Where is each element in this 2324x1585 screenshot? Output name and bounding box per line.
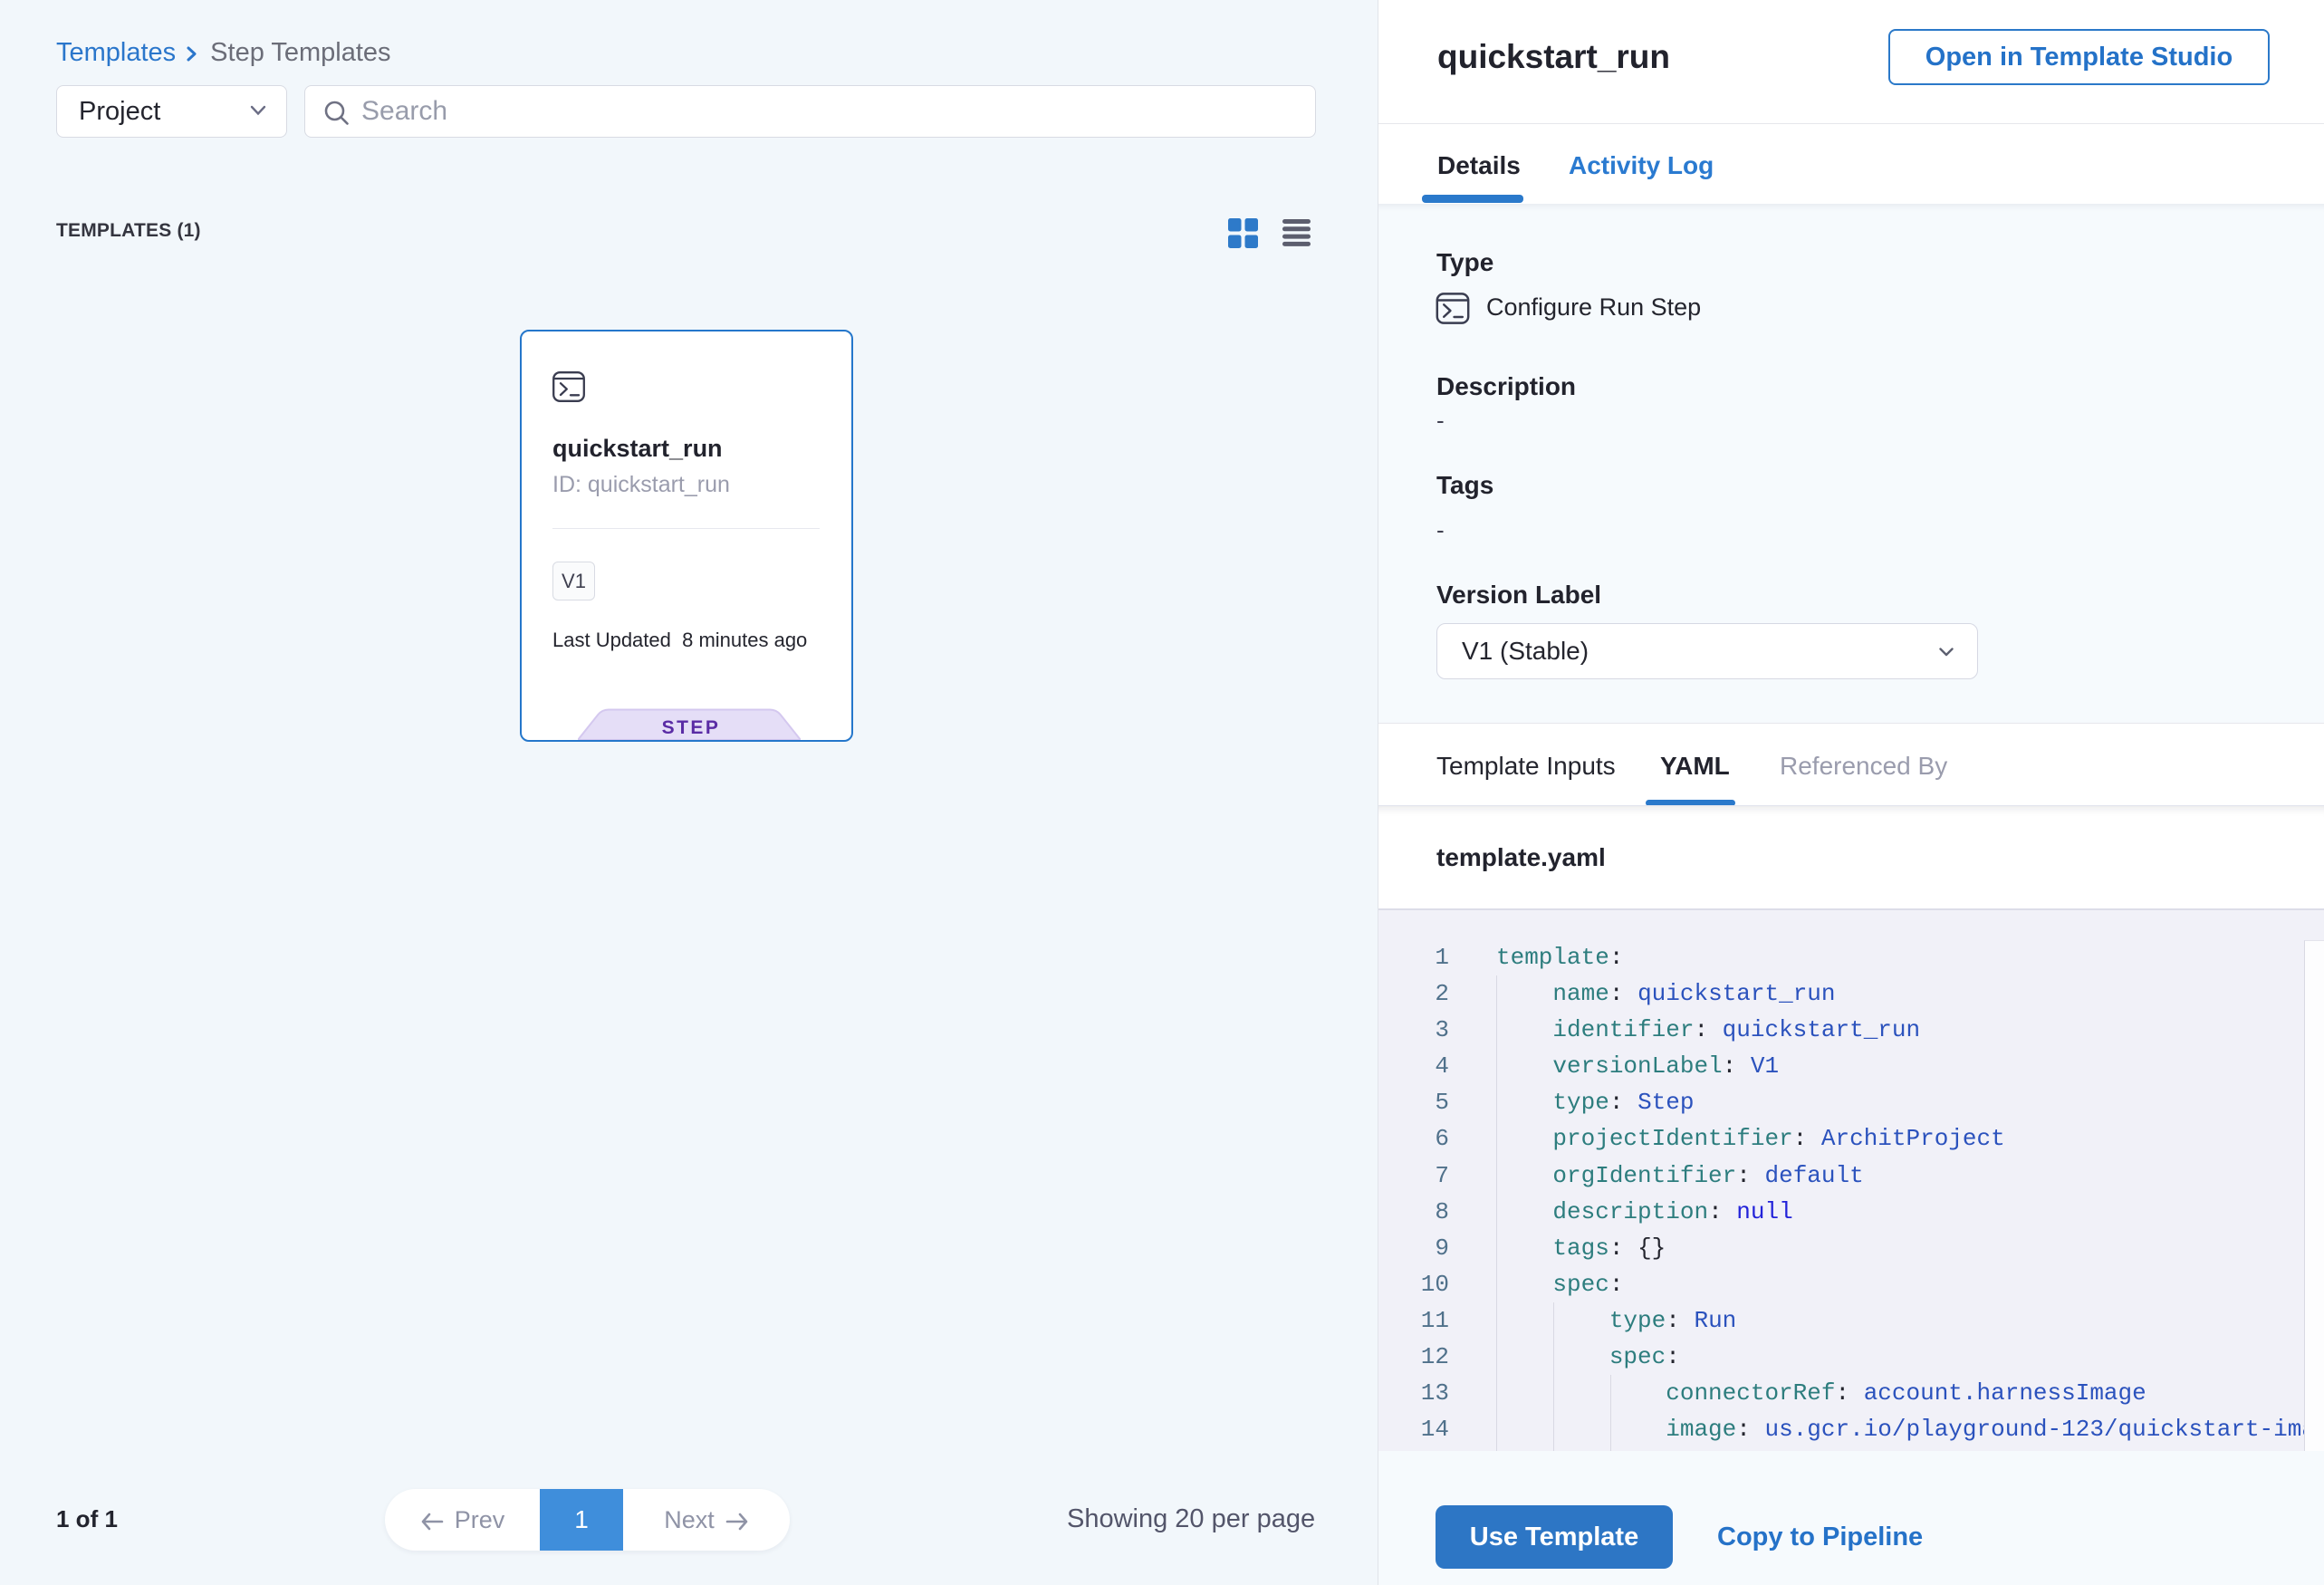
svg-text:STEP: STEP [662, 717, 721, 738]
